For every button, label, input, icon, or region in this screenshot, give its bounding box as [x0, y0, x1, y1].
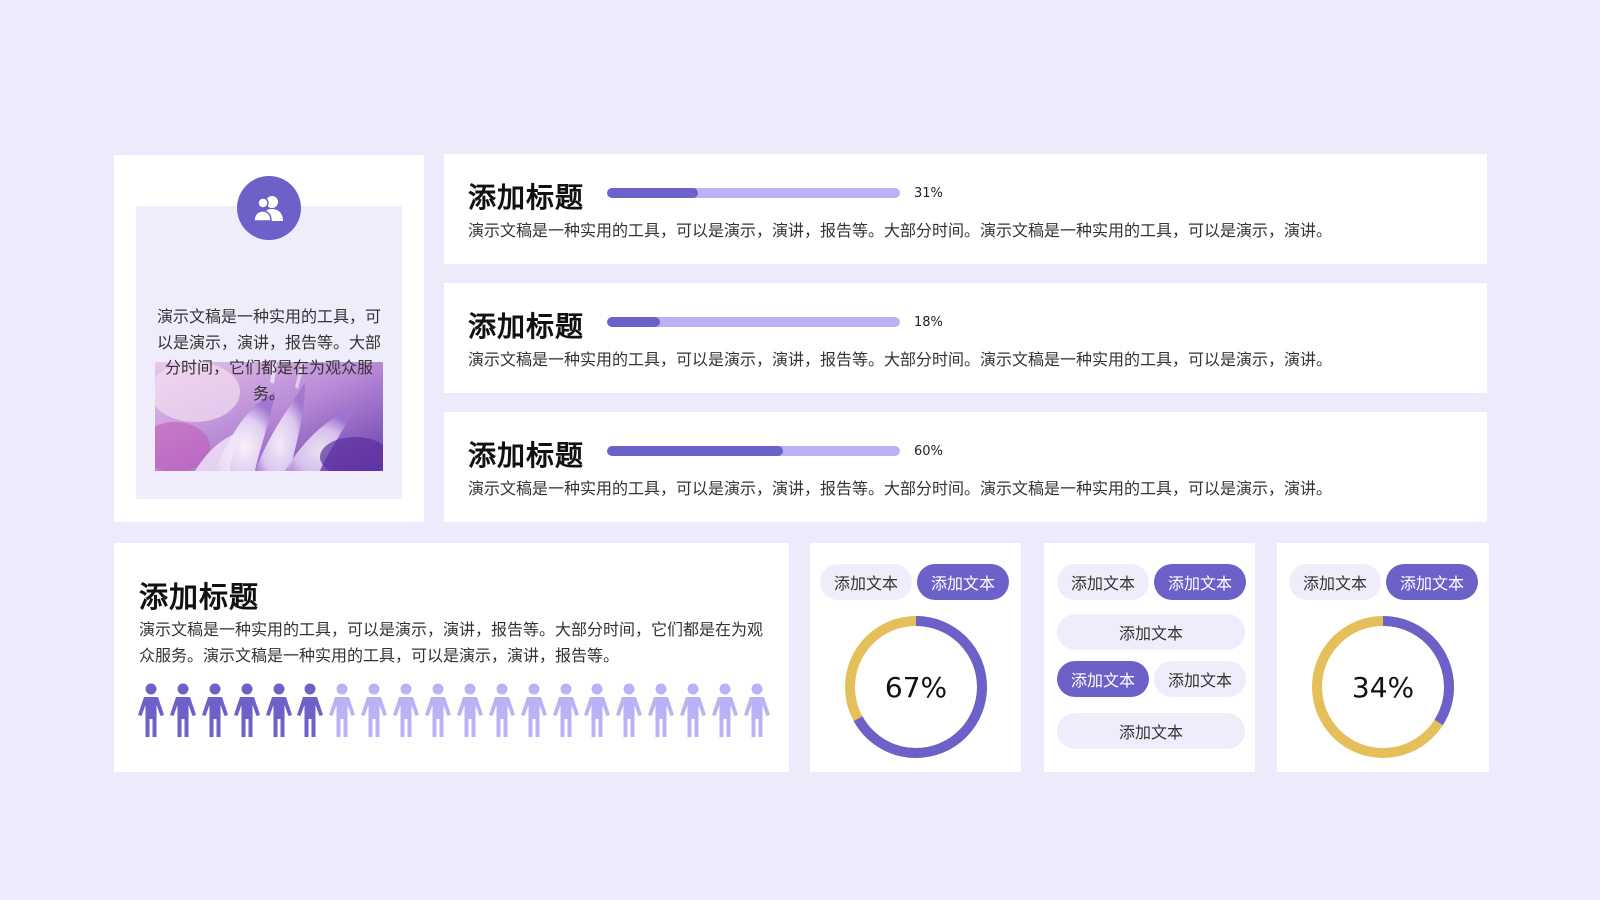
person-icon	[584, 683, 611, 737]
profile-card: 演示文稿是一种实用的工具，可以是演示，演讲，报告等。大部分时间，它们都是在为观众…	[114, 155, 424, 522]
person-icon	[456, 683, 483, 737]
progress-fill	[607, 446, 783, 456]
row-description: 演示文稿是一种实用的工具，可以是演示，演讲，报告等。大部分时间。演示文稿是一种实…	[468, 221, 1333, 240]
people-icon-row	[136, 683, 772, 741]
row-title: 添加标题	[468, 310, 585, 343]
person-icon	[552, 683, 579, 737]
person-icon	[648, 683, 675, 737]
person-icon	[393, 683, 420, 737]
row-title: 添加标题	[468, 181, 585, 214]
person-icon	[488, 683, 515, 737]
text-pill-active[interactable]: 添加文本	[1386, 564, 1478, 600]
text-pill-active[interactable]: 添加文本	[1154, 564, 1246, 600]
person-icon-highlighted	[138, 683, 164, 737]
row-title: 添加标题	[468, 439, 585, 472]
person-icon	[712, 683, 739, 737]
text-pill-active[interactable]: 添加文本	[917, 564, 1009, 600]
person-icon-highlighted	[265, 683, 292, 737]
text-pill-wide[interactable]: 添加文本	[1057, 614, 1245, 650]
progress-label: 18%	[914, 315, 943, 330]
people-card: 添加标题 演示文稿是一种实用的工具，可以是演示，演讲，报告等。大部分时间，它们都…	[114, 543, 789, 772]
person-icon	[616, 683, 643, 737]
progress-bar	[607, 317, 900, 327]
person-icon	[743, 683, 770, 737]
people-description: 演示文稿是一种实用的工具，可以是演示，演讲，报告等。大部分时间，它们都是在为观众…	[139, 620, 764, 665]
progress-bar	[607, 188, 900, 198]
text-pill[interactable]: 添加文本	[1289, 564, 1381, 600]
progress-label: 31%	[914, 186, 943, 201]
progress-bar	[607, 446, 900, 456]
text-pill-wide[interactable]: 添加文本	[1057, 713, 1245, 749]
donut-label: 34%	[1351, 670, 1415, 704]
progress-row-3: 添加标题 60% 演示文稿是一种实用的工具，可以是演示，演讲，报告等。大部分时间…	[444, 412, 1487, 522]
progress-row-1: 添加标题 31% 演示文稿是一种实用的工具，可以是演示，演讲，报告等。大部分时间…	[444, 154, 1487, 264]
person-icon	[680, 683, 707, 737]
profile-description: 演示文稿是一种实用的工具，可以是演示，演讲，报告等。大部分时间，它们都是在为观众…	[156, 307, 381, 403]
person-icon-highlighted	[233, 683, 260, 737]
person-icon	[425, 683, 452, 737]
text-pill[interactable]: 添加文本	[1057, 564, 1149, 600]
progress-row-2: 添加标题 18% 演示文稿是一种实用的工具，可以是演示，演讲，报告等。大部分时间…	[444, 283, 1487, 393]
row-description: 演示文稿是一种实用的工具，可以是演示，演讲，报告等。大部分时间。演示文稿是一种实…	[468, 350, 1333, 369]
person-icon-highlighted	[201, 683, 228, 737]
progress-fill	[607, 317, 660, 327]
text-pill[interactable]: 添加文本	[1154, 661, 1246, 697]
person-icon-highlighted	[297, 683, 324, 737]
progress-fill	[607, 188, 698, 198]
people-title: 添加标题	[139, 580, 260, 614]
person-icon	[361, 683, 388, 737]
text-pill[interactable]: 添加文本	[820, 564, 912, 600]
profile-panel: 演示文稿是一种实用的工具，可以是演示，演讲，报告等。大部分时间，它们都是在为观众…	[136, 206, 402, 499]
donut-card-2: 添加文本 添加文本 34%	[1277, 543, 1489, 772]
person-icon-highlighted	[169, 683, 196, 737]
row-description: 演示文稿是一种实用的工具，可以是演示，演讲，报告等。大部分时间。演示文稿是一种实…	[468, 479, 1333, 498]
text-pill-active[interactable]: 添加文本	[1057, 661, 1149, 697]
person-icon	[520, 683, 547, 737]
progress-label: 60%	[914, 444, 943, 459]
donut-card-1: 添加文本 添加文本 67%	[810, 543, 1021, 772]
buttons-card: 添加文本 添加文本 添加文本 添加文本 添加文本 添加文本	[1044, 543, 1255, 772]
donut-label: 67%	[884, 670, 948, 704]
person-icon	[329, 683, 356, 737]
users-icon	[237, 176, 301, 240]
